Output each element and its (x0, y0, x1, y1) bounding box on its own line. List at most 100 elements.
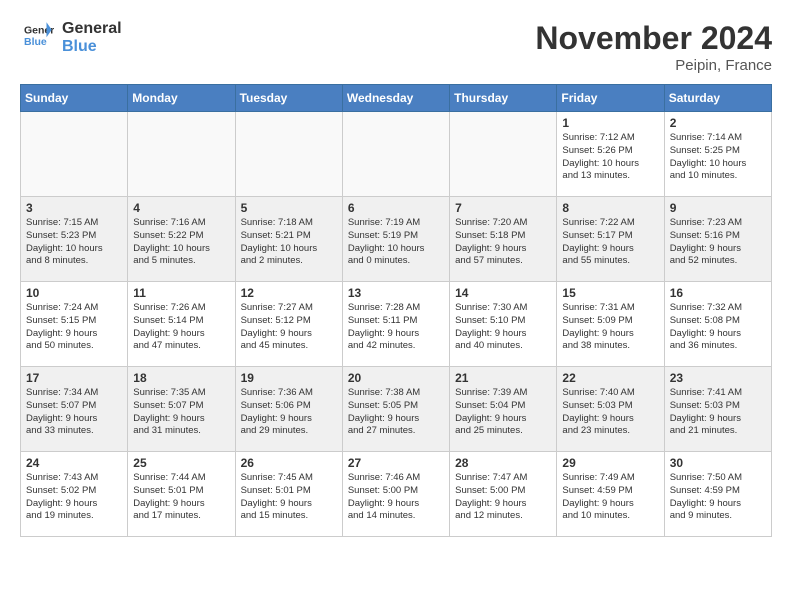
day-cell: 1 Sunrise: 7:12 AM Sunset: 5:26 PM Daylig… (557, 112, 664, 197)
day-info: Sunrise: 7:34 AM Sunset: 5:07 PM Dayligh… (26, 387, 122, 438)
day-info: Sunrise: 7:46 AM Sunset: 5:00 PM Dayligh… (348, 472, 444, 523)
day-cell: 14 Sunrise: 7:30 AM Sunset: 5:10 PM Dayli… (450, 282, 557, 367)
day-number: 24 (26, 456, 122, 470)
day-info: Sunrise: 7:22 AM Sunset: 5:17 PM Dayligh… (562, 217, 658, 268)
day-info: Sunrise: 7:36 AM Sunset: 5:06 PM Dayligh… (241, 387, 337, 438)
day-number: 22 (562, 371, 658, 385)
day-cell (128, 112, 235, 197)
day-number: 2 (670, 116, 766, 130)
day-cell: 23 Sunrise: 7:41 AM Sunset: 5:03 PM Dayli… (664, 367, 771, 452)
day-number: 17 (26, 371, 122, 385)
day-number: 16 (670, 286, 766, 300)
weekday-sunday: Sunday (21, 85, 128, 112)
day-info: Sunrise: 7:47 AM Sunset: 5:00 PM Dayligh… (455, 472, 551, 523)
day-number: 9 (670, 201, 766, 215)
day-cell: 9 Sunrise: 7:23 AM Sunset: 5:16 PM Daylig… (664, 197, 771, 282)
week-row-1: 1 Sunrise: 7:12 AM Sunset: 5:26 PM Daylig… (21, 112, 772, 197)
day-cell: 15 Sunrise: 7:31 AM Sunset: 5:09 PM Dayli… (557, 282, 664, 367)
day-cell: 21 Sunrise: 7:39 AM Sunset: 5:04 PM Dayli… (450, 367, 557, 452)
day-number: 7 (455, 201, 551, 215)
day-info: Sunrise: 7:15 AM Sunset: 5:23 PM Dayligh… (26, 217, 122, 268)
calendar-table: SundayMondayTuesdayWednesdayThursdayFrid… (20, 84, 772, 537)
day-number: 5 (241, 201, 337, 215)
weekday-wednesday: Wednesday (342, 85, 449, 112)
day-number: 25 (133, 456, 229, 470)
day-info: Sunrise: 7:24 AM Sunset: 5:15 PM Dayligh… (26, 302, 122, 353)
day-cell (342, 112, 449, 197)
day-number: 20 (348, 371, 444, 385)
day-cell: 5 Sunrise: 7:18 AM Sunset: 5:21 PM Daylig… (235, 197, 342, 282)
day-cell: 27 Sunrise: 7:46 AM Sunset: 5:00 PM Dayli… (342, 452, 449, 537)
day-info: Sunrise: 7:43 AM Sunset: 5:02 PM Dayligh… (26, 472, 122, 523)
day-number: 15 (562, 286, 658, 300)
day-info: Sunrise: 7:50 AM Sunset: 4:59 PM Dayligh… (670, 472, 766, 523)
week-row-2: 3Sunrise: 7:15 AM Sunset: 5:23 PM Daylig… (21, 197, 772, 282)
title-block: November 2024 Peipin, France (535, 20, 772, 74)
day-number: 21 (455, 371, 551, 385)
day-info: Sunrise: 7:32 AM Sunset: 5:08 PM Dayligh… (670, 302, 766, 353)
day-number: 27 (348, 456, 444, 470)
day-cell: 3Sunrise: 7:15 AM Sunset: 5:23 PM Daylig… (21, 197, 128, 282)
day-cell: 25 Sunrise: 7:44 AM Sunset: 5:01 PM Dayli… (128, 452, 235, 537)
day-cell: 30Sunrise: 7:50 AM Sunset: 4:59 PM Dayli… (664, 452, 771, 537)
location: Peipin, France (535, 57, 772, 74)
day-cell (235, 112, 342, 197)
day-number: 6 (348, 201, 444, 215)
day-info: Sunrise: 7:35 AM Sunset: 5:07 PM Dayligh… (133, 387, 229, 438)
weekday-saturday: Saturday (664, 85, 771, 112)
day-number: 23 (670, 371, 766, 385)
day-number: 1 (562, 116, 658, 130)
day-number: 12 (241, 286, 337, 300)
day-cell: 6 Sunrise: 7:19 AM Sunset: 5:19 PM Daylig… (342, 197, 449, 282)
day-cell: 28Sunrise: 7:47 AM Sunset: 5:00 PM Dayli… (450, 452, 557, 537)
weekday-thursday: Thursday (450, 85, 557, 112)
day-cell: 24 Sunrise: 7:43 AM Sunset: 5:02 PM Dayli… (21, 452, 128, 537)
day-info: Sunrise: 7:18 AM Sunset: 5:21 PM Dayligh… (241, 217, 337, 268)
day-cell: 17 Sunrise: 7:34 AM Sunset: 5:07 PM Dayli… (21, 367, 128, 452)
day-cell: 18 Sunrise: 7:35 AM Sunset: 5:07 PM Dayli… (128, 367, 235, 452)
svg-text:Blue: Blue (24, 36, 47, 48)
weekday-tuesday: Tuesday (235, 85, 342, 112)
day-number: 26 (241, 456, 337, 470)
day-cell: 7Sunrise: 7:20 AM Sunset: 5:18 PM Daylig… (450, 197, 557, 282)
day-number: 8 (562, 201, 658, 215)
day-info: Sunrise: 7:12 AM Sunset: 5:26 PM Dayligh… (562, 132, 658, 183)
day-number: 4 (133, 201, 229, 215)
day-cell: 10 Sunrise: 7:24 AM Sunset: 5:15 PM Dayli… (21, 282, 128, 367)
day-info: Sunrise: 7:41 AM Sunset: 5:03 PM Dayligh… (670, 387, 766, 438)
day-number: 29 (562, 456, 658, 470)
day-cell: 4 Sunrise: 7:16 AM Sunset: 5:22 PM Daylig… (128, 197, 235, 282)
day-info: Sunrise: 7:30 AM Sunset: 5:10 PM Dayligh… (455, 302, 551, 353)
day-cell: 19Sunrise: 7:36 AM Sunset: 5:06 PM Dayli… (235, 367, 342, 452)
day-cell: 12 Sunrise: 7:27 AM Sunset: 5:12 PM Dayli… (235, 282, 342, 367)
day-info: Sunrise: 7:23 AM Sunset: 5:16 PM Dayligh… (670, 217, 766, 268)
logo: General Blue General Blue (20, 20, 122, 55)
day-cell (450, 112, 557, 197)
day-info: Sunrise: 7:19 AM Sunset: 5:19 PM Dayligh… (348, 217, 444, 268)
day-info: Sunrise: 7:16 AM Sunset: 5:22 PM Dayligh… (133, 217, 229, 268)
day-info: Sunrise: 7:31 AM Sunset: 5:09 PM Dayligh… (562, 302, 658, 353)
day-cell: 26Sunrise: 7:45 AM Sunset: 5:01 PM Dayli… (235, 452, 342, 537)
day-cell (21, 112, 128, 197)
day-info: Sunrise: 7:26 AM Sunset: 5:14 PM Dayligh… (133, 302, 229, 353)
day-info: Sunrise: 7:14 AM Sunset: 5:25 PM Dayligh… (670, 132, 766, 183)
day-number: 11 (133, 286, 229, 300)
weekday-header-row: SundayMondayTuesdayWednesdayThursdayFrid… (21, 85, 772, 112)
week-row-5: 24 Sunrise: 7:43 AM Sunset: 5:02 PM Dayli… (21, 452, 772, 537)
day-number: 18 (133, 371, 229, 385)
page-header: General Blue General Blue November 2024 … (20, 20, 772, 74)
day-cell: 11 Sunrise: 7:26 AM Sunset: 5:14 PM Dayli… (128, 282, 235, 367)
day-info: Sunrise: 7:44 AM Sunset: 5:01 PM Dayligh… (133, 472, 229, 523)
day-info: Sunrise: 7:28 AM Sunset: 5:11 PM Dayligh… (348, 302, 444, 353)
day-number: 10 (26, 286, 122, 300)
day-info: Sunrise: 7:39 AM Sunset: 5:04 PM Dayligh… (455, 387, 551, 438)
day-info: Sunrise: 7:27 AM Sunset: 5:12 PM Dayligh… (241, 302, 337, 353)
day-info: Sunrise: 7:40 AM Sunset: 5:03 PM Dayligh… (562, 387, 658, 438)
day-cell: 22 Sunrise: 7:40 AM Sunset: 5:03 PM Dayli… (557, 367, 664, 452)
week-row-4: 17 Sunrise: 7:34 AM Sunset: 5:07 PM Dayli… (21, 367, 772, 452)
day-number: 13 (348, 286, 444, 300)
day-number: 14 (455, 286, 551, 300)
week-row-3: 10 Sunrise: 7:24 AM Sunset: 5:15 PM Dayli… (21, 282, 772, 367)
weekday-monday: Monday (128, 85, 235, 112)
day-info: Sunrise: 7:49 AM Sunset: 4:59 PM Dayligh… (562, 472, 658, 523)
